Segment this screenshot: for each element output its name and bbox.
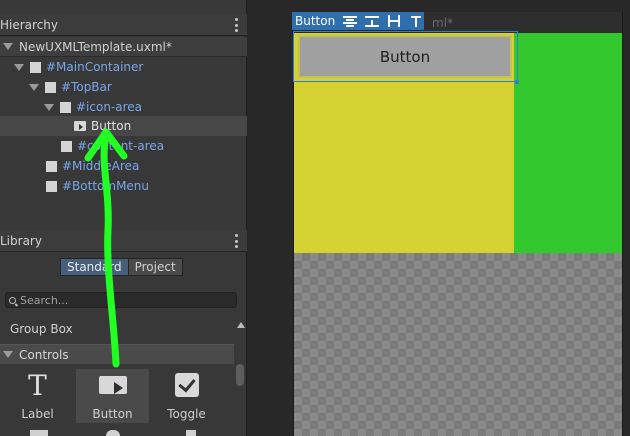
library-search-input[interactable]: Search... — [5, 292, 237, 308]
selection-toolbar[interactable]: Button — [292, 12, 424, 30]
element-icon — [30, 61, 41, 73]
tree-item-label: #MiddleArea — [62, 159, 140, 173]
tree-item-label: #content-area — [77, 139, 165, 153]
library-item-name: Button — [92, 407, 133, 421]
search-icon — [9, 296, 16, 304]
scroll-thumb[interactable] — [236, 364, 244, 386]
selection-label: Button — [295, 14, 336, 28]
expand-arrow-icon[interactable] — [29, 83, 39, 91]
library-item-label[interactable]: T Label — [1, 369, 74, 423]
root-file-label: NewUXMLTemplate.uxml* — [19, 39, 172, 54]
controls-foldout[interactable]: Controls — [0, 344, 234, 364]
tree-item-label: #icon-area — [76, 100, 143, 114]
left-panel: Hierarchy NewUXMLTemplate.uxml* #MainCon… — [0, 0, 247, 436]
tree-item-label: #BottomMenu — [62, 179, 150, 193]
tab-standard[interactable]: Standard — [60, 258, 129, 276]
align-middle-icon[interactable] — [365, 15, 380, 27]
library-item-peek — [106, 430, 120, 436]
hierarchy-menu-icon[interactable] — [235, 18, 239, 32]
library-tabs: Standard Project — [60, 258, 183, 276]
expand-arrow-icon[interactable] — [14, 63, 24, 71]
canvas-button[interactable]: Button — [298, 35, 512, 78]
tree-item-maincontainer[interactable]: #MainContainer — [0, 57, 247, 77]
tree-item-button[interactable]: Button — [0, 116, 247, 136]
library-item-name: Toggle — [167, 407, 206, 421]
library-menu-icon[interactable] — [235, 234, 239, 248]
scroll-up-icon[interactable] — [237, 322, 245, 328]
tree-item-label: #MainContainer — [46, 60, 144, 74]
element-icon — [45, 81, 56, 93]
library-item-name: Label — [21, 407, 54, 421]
canvas-background — [294, 253, 622, 436]
tree-item-label: Button — [91, 119, 132, 133]
tree-item-content-area[interactable]: #content-area — [0, 136, 247, 156]
library-item-group-box[interactable]: Group Box — [10, 322, 73, 336]
library-header: Library — [0, 230, 247, 252]
tab-project[interactable]: Project — [128, 258, 183, 276]
expand-arrow-icon[interactable] — [3, 43, 13, 50]
library-item-peek — [186, 430, 196, 436]
element-icon — [60, 101, 71, 113]
tree-item-middlearea[interactable]: #MiddleArea — [0, 156, 247, 176]
align-center-icon[interactable] — [343, 15, 358, 27]
element-icon — [61, 140, 72, 152]
text-label-icon: T — [28, 368, 47, 402]
resize-handle[interactable] — [515, 80, 519, 84]
tree-item-bottommenu[interactable]: #BottomMenu — [0, 176, 247, 196]
tree-item-label: #TopBar — [61, 80, 112, 94]
content-area-element[interactable] — [514, 33, 622, 253]
tree-root[interactable]: NewUXMLTemplate.uxml* — [0, 37, 247, 57]
tree-item-icon-area[interactable]: #icon-area — [0, 97, 247, 117]
library-item-toggle[interactable]: Toggle — [150, 369, 223, 423]
expand-arrow-icon[interactable] — [44, 103, 54, 111]
stretch-width-icon[interactable] — [387, 15, 401, 27]
document-tab-label: ml* — [432, 15, 454, 30]
expand-arrow-icon[interactable] — [3, 351, 13, 358]
library-scrollbar[interactable] — [234, 318, 246, 436]
controls-label: Controls — [19, 347, 69, 362]
element-icon — [46, 160, 57, 172]
document-tab[interactable]: ml* — [424, 12, 622, 33]
element-icon — [46, 180, 57, 192]
library-title: Library — [0, 233, 42, 248]
hierarchy-header: Hierarchy — [0, 14, 247, 36]
library-item-button[interactable]: Button — [76, 369, 149, 423]
text-align-icon[interactable] — [409, 15, 423, 27]
checkbox-icon — [174, 369, 199, 401]
button-icon — [98, 369, 127, 401]
search-placeholder: Search... — [20, 293, 69, 307]
library-item-peek — [30, 430, 48, 436]
hierarchy-title: Hierarchy — [0, 17, 59, 32]
tree-item-topbar[interactable]: #TopBar — [0, 77, 247, 97]
button-element-icon — [74, 121, 86, 131]
